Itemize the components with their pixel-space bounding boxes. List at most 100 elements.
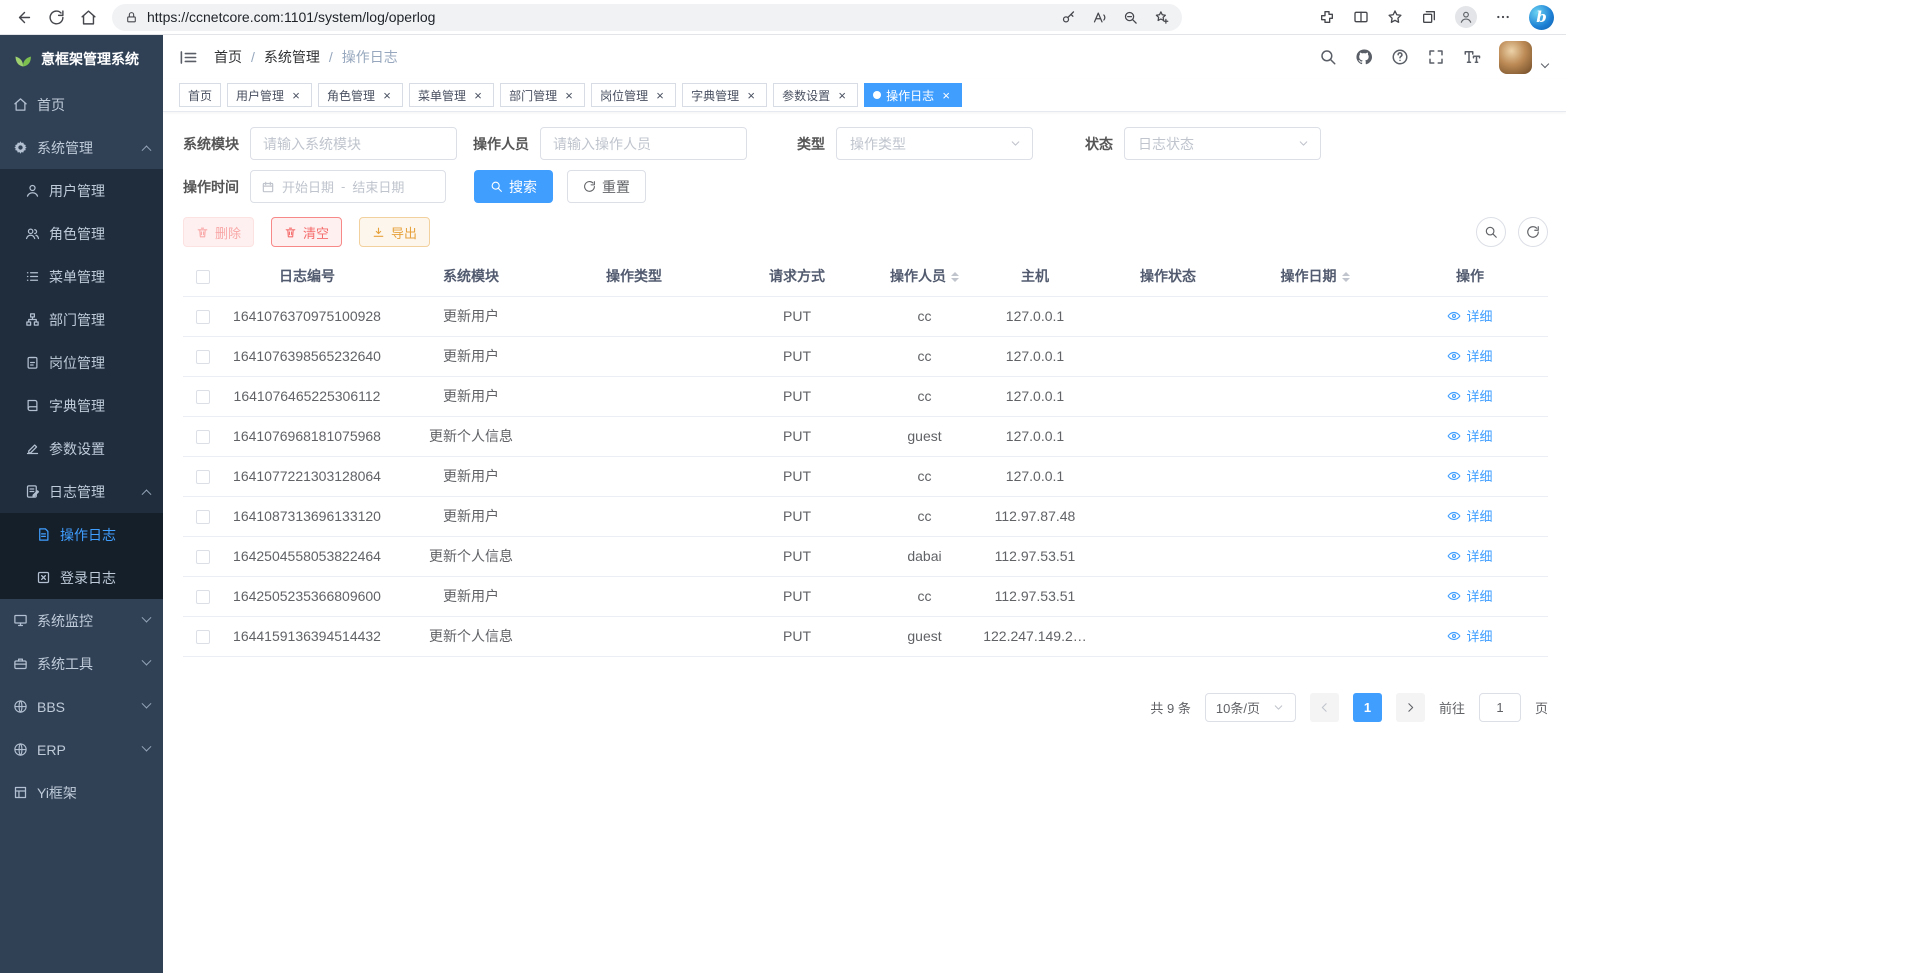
clear-button[interactable]: 清空: [271, 217, 342, 247]
help-icon[interactable]: [1391, 48, 1409, 66]
row-checkbox[interactable]: [196, 310, 210, 324]
close-icon[interactable]: [471, 88, 485, 102]
breadcrumb-system[interactable]: 系统管理: [264, 47, 320, 67]
sidebar-item[interactable]: 用户管理: [0, 169, 163, 212]
sidebar-item[interactable]: 参数设置: [0, 427, 163, 470]
breadcrumb-home[interactable]: 首页: [214, 47, 242, 67]
split-screen-icon[interactable]: [1353, 9, 1369, 25]
tab[interactable]: 岗位管理: [591, 83, 676, 107]
sort-carets-icon[interactable]: [951, 268, 959, 286]
sidebar-item[interactable]: 菜单管理: [0, 255, 163, 298]
close-icon[interactable]: [380, 88, 394, 102]
close-icon[interactable]: [744, 88, 758, 102]
col-operator[interactable]: 操作人员: [877, 257, 972, 296]
row-checkbox[interactable]: [196, 390, 210, 404]
detail-link[interactable]: 详细: [1447, 346, 1492, 365]
tab[interactable]: 参数设置: [773, 83, 858, 107]
search-icon[interactable]: [1319, 48, 1337, 66]
row-checkbox[interactable]: [196, 550, 210, 564]
page-1-button[interactable]: 1: [1353, 693, 1382, 722]
detail-link[interactable]: 详细: [1447, 506, 1492, 525]
sidebar-item[interactable]: 登录日志: [0, 556, 163, 599]
tab[interactable]: 首页: [179, 83, 221, 107]
sidebar-item[interactable]: Yi框架: [0, 771, 163, 814]
goto-page-input[interactable]: [1479, 693, 1521, 722]
sidebar-item[interactable]: 角色管理: [0, 212, 163, 255]
profile-icon[interactable]: [1455, 6, 1477, 28]
date-range-picker[interactable]: 开始日期 - 结束日期: [250, 170, 446, 203]
reset-button[interactable]: 重置: [567, 170, 646, 203]
row-checkbox[interactable]: [196, 590, 210, 604]
detail-link[interactable]: 详细: [1447, 306, 1492, 325]
fullscreen-icon[interactable]: [1427, 48, 1445, 66]
col-date[interactable]: 操作日期: [1238, 257, 1392, 296]
detail-link[interactable]: 详细: [1447, 586, 1492, 605]
module-input[interactable]: [250, 127, 457, 160]
avatar[interactable]: [1499, 41, 1532, 74]
close-icon[interactable]: [835, 88, 849, 102]
font-size-icon[interactable]: [1463, 48, 1481, 66]
row-checkbox[interactable]: [196, 350, 210, 364]
sidebar-item[interactable]: 操作日志: [0, 513, 163, 556]
more-icon[interactable]: [1495, 9, 1511, 25]
row-checkbox[interactable]: [196, 470, 210, 484]
cell-status: [1098, 536, 1238, 576]
detail-link[interactable]: 详细: [1447, 546, 1492, 565]
sidebar-item[interactable]: 系统管理: [0, 126, 163, 169]
sort-carets-icon[interactable]: [1342, 268, 1350, 286]
refresh-icon[interactable]: [40, 3, 72, 32]
sidebar-item[interactable]: 日志管理: [0, 470, 163, 513]
star-add-icon[interactable]: [1154, 10, 1169, 25]
back-icon[interactable]: [8, 3, 40, 32]
sidebar-item[interactable]: 字典管理: [0, 384, 163, 427]
tab[interactable]: 用户管理: [227, 83, 312, 107]
status-select[interactable]: 日志状态: [1124, 127, 1321, 160]
search-button[interactable]: 搜索: [474, 170, 553, 203]
tab[interactable]: 字典管理: [682, 83, 767, 107]
close-icon[interactable]: [653, 88, 667, 102]
sidebar-item[interactable]: 系统监控: [0, 599, 163, 642]
row-checkbox[interactable]: [196, 510, 210, 524]
tab[interactable]: 操作日志: [864, 83, 962, 107]
sidebar-item[interactable]: 部门管理: [0, 298, 163, 341]
detail-link[interactable]: 详细: [1447, 626, 1492, 645]
delete-button[interactable]: 删除: [183, 217, 254, 247]
sidebar-item[interactable]: BBS: [0, 685, 163, 728]
show-search-button[interactable]: [1476, 217, 1506, 247]
sidebar-item[interactable]: 岗位管理: [0, 341, 163, 384]
tab[interactable]: 部门管理: [500, 83, 585, 107]
collections-icon[interactable]: [1421, 9, 1437, 25]
bing-icon[interactable]: b: [1529, 5, 1554, 30]
type-select[interactable]: 操作类型: [836, 127, 1033, 160]
zoom-out-icon[interactable]: [1123, 10, 1138, 25]
sidebar-item[interactable]: 首页: [0, 83, 163, 126]
detail-link[interactable]: 详细: [1447, 426, 1492, 445]
tab[interactable]: 菜单管理: [409, 83, 494, 107]
page-size-select[interactable]: 10条/页: [1205, 693, 1296, 722]
home-icon[interactable]: [72, 3, 104, 32]
github-icon[interactable]: [1355, 48, 1373, 66]
export-button[interactable]: 导出: [359, 217, 430, 247]
sidebar-item[interactable]: ERP: [0, 728, 163, 771]
next-page-button[interactable]: [1396, 693, 1425, 722]
url-input[interactable]: https://ccnetcore.com:1101/system/log/op…: [112, 4, 1182, 31]
row-checkbox[interactable]: [196, 630, 210, 644]
refresh-table-button[interactable]: [1518, 217, 1548, 247]
select-all-checkbox[interactable]: [196, 270, 210, 284]
detail-link[interactable]: 详细: [1447, 386, 1492, 405]
tab[interactable]: 角色管理: [318, 83, 403, 107]
key-icon[interactable]: [1061, 10, 1076, 25]
close-icon[interactable]: [289, 88, 303, 102]
detail-link[interactable]: 详细: [1447, 466, 1492, 485]
read-aloud-icon[interactable]: [1092, 10, 1107, 25]
cell-log-id: 1642505235366809600: [223, 576, 391, 616]
sidebar-item[interactable]: 系统工具: [0, 642, 163, 685]
extensions-icon[interactable]: [1319, 9, 1335, 25]
prev-page-button[interactable]: [1310, 693, 1339, 722]
close-icon[interactable]: [939, 88, 953, 102]
close-icon[interactable]: [562, 88, 576, 102]
operator-input[interactable]: [540, 127, 747, 160]
favorites-icon[interactable]: [1387, 9, 1403, 25]
row-checkbox[interactable]: [196, 430, 210, 444]
hamburger-icon[interactable]: [179, 48, 198, 67]
